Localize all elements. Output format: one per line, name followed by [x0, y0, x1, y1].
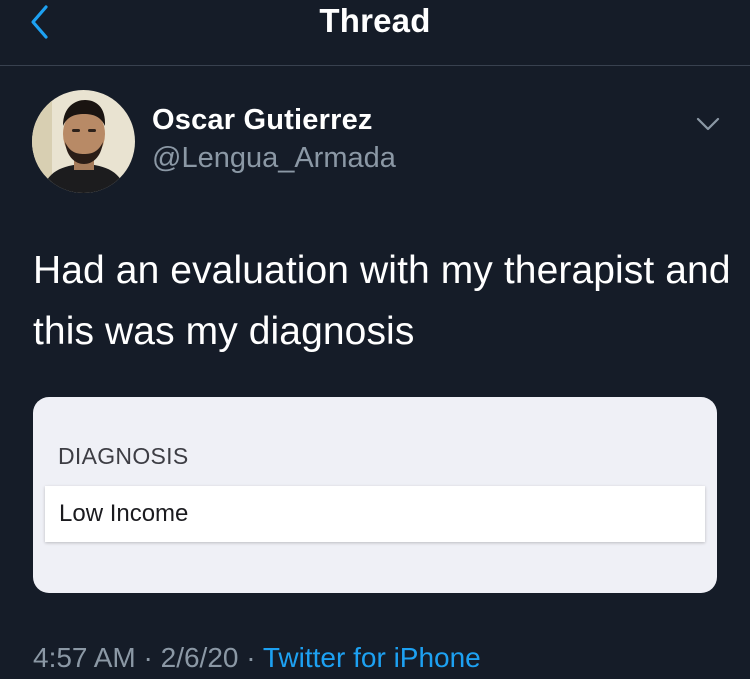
diagnosis-value: Low Income	[59, 500, 189, 527]
tweet-metadata: 4:57 AM · 2/6/20 · Twitter for iPhone	[33, 642, 481, 674]
tweet-date: 2/6/20	[160, 642, 239, 673]
navigation-bar: Thread	[0, 0, 750, 66]
author-handle[interactable]: @Lengua_Armada	[152, 142, 396, 175]
chevron-down-icon	[696, 117, 720, 131]
diagnosis-label: DIAGNOSIS	[58, 443, 189, 469]
tweet-text: Had an evaluation with my therapist and …	[33, 249, 731, 353]
separator: ·	[143, 642, 153, 673]
tweet-time: 4:57 AM	[33, 642, 136, 673]
page-title: Thread	[319, 2, 431, 39]
avatar[interactable]	[32, 90, 135, 193]
author-name[interactable]: Oscar Gutierrez	[152, 104, 373, 137]
more-options-button[interactable]	[692, 108, 724, 140]
tweet-source-link[interactable]: Twitter for iPhone	[263, 642, 481, 673]
tweet-media-image[interactable]: DIAGNOSIS Low Income	[33, 397, 717, 593]
diagnosis-field: Low Income	[45, 486, 705, 542]
separator: ·	[246, 642, 256, 673]
